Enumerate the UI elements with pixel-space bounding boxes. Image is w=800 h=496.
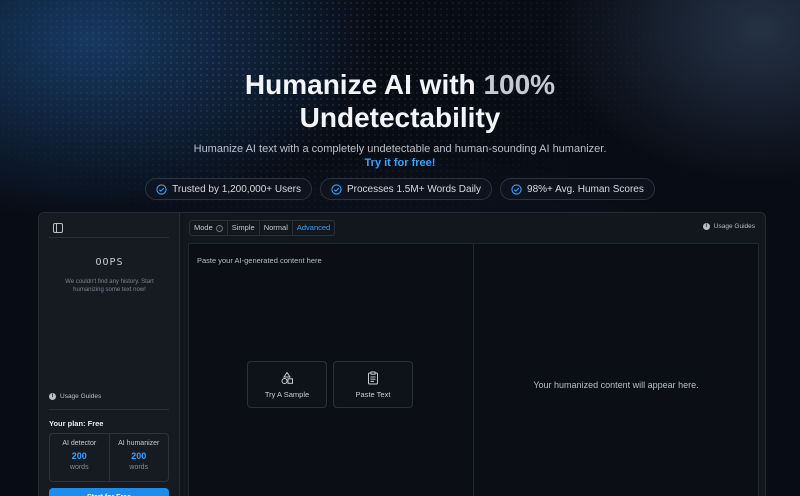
mode-label: Mode ? xyxy=(190,221,227,235)
check-circle-icon xyxy=(331,183,342,195)
start-for-free-button[interactable]: Start for Free xyxy=(49,488,169,496)
badge-scores: 98%+ Avg. Human Scores xyxy=(500,178,655,200)
empty-history-title: OOPS xyxy=(95,257,124,268)
check-circle-icon xyxy=(511,183,522,195)
mode-option-simple[interactable]: Simple xyxy=(226,221,259,235)
paste-text-button[interactable]: Paste Text xyxy=(333,361,413,408)
badge-words: Processes 1.5M+ Words Daily xyxy=(320,178,493,200)
output-placeholder: Your humanized content will appear here. xyxy=(533,380,699,390)
input-placeholder: Paste your AI-generated content here xyxy=(197,256,322,265)
badge-users: Trusted by 1,200,000+ Users xyxy=(145,178,312,200)
shapes-icon xyxy=(281,371,293,384)
sidebar-usage-guides-link[interactable]: i Usage Guides xyxy=(49,393,101,400)
mode-selector: Mode ? Simple Normal Advanced xyxy=(189,220,336,236)
mode-option-advanced[interactable]: Advanced xyxy=(291,221,334,235)
info-icon: i xyxy=(702,223,710,230)
check-circle-icon xyxy=(156,183,167,195)
sidebar-toggle-icon[interactable] xyxy=(53,223,63,233)
try-free-link[interactable]: Try it for free! xyxy=(0,157,800,169)
mode-option-normal[interactable]: Normal xyxy=(258,221,292,235)
divider xyxy=(49,409,169,410)
plan-quota-box: AI detector 200 words AI humanizer 200 w… xyxy=(49,433,169,482)
history-sidebar: OOPS We couldn't find any history. Start… xyxy=(39,213,180,496)
clipboard-icon xyxy=(368,371,378,384)
output-text-area: Your humanized content will appear here. xyxy=(473,243,759,496)
plan-label: Your plan: Free xyxy=(49,419,104,428)
quota-ai-detector: AI detector 200 words xyxy=(62,440,97,471)
input-text-area[interactable]: Paste your AI-generated content here Try… xyxy=(188,243,473,496)
info-icon: i xyxy=(49,393,56,400)
divider xyxy=(49,237,169,238)
empty-history-message: We couldn't find any history. Start huma… xyxy=(65,279,154,293)
humanizer-app: OOPS We couldn't find any history. Start… xyxy=(38,212,766,496)
hero-title: Humanize AI with 100% Undetectability xyxy=(244,69,556,133)
hero-subtitle: Humanize AI text with a completely undet… xyxy=(193,143,607,155)
try-sample-button[interactable]: Try A Sample xyxy=(247,361,327,408)
usage-guides-link[interactable]: i Usage Guides xyxy=(702,223,755,230)
trust-badges: Trusted by 1,200,000+ Users Processes 1.… xyxy=(0,178,800,200)
help-icon[interactable]: ? xyxy=(215,224,223,232)
quota-ai-humanizer: AI humanizer 200 words xyxy=(108,434,169,481)
